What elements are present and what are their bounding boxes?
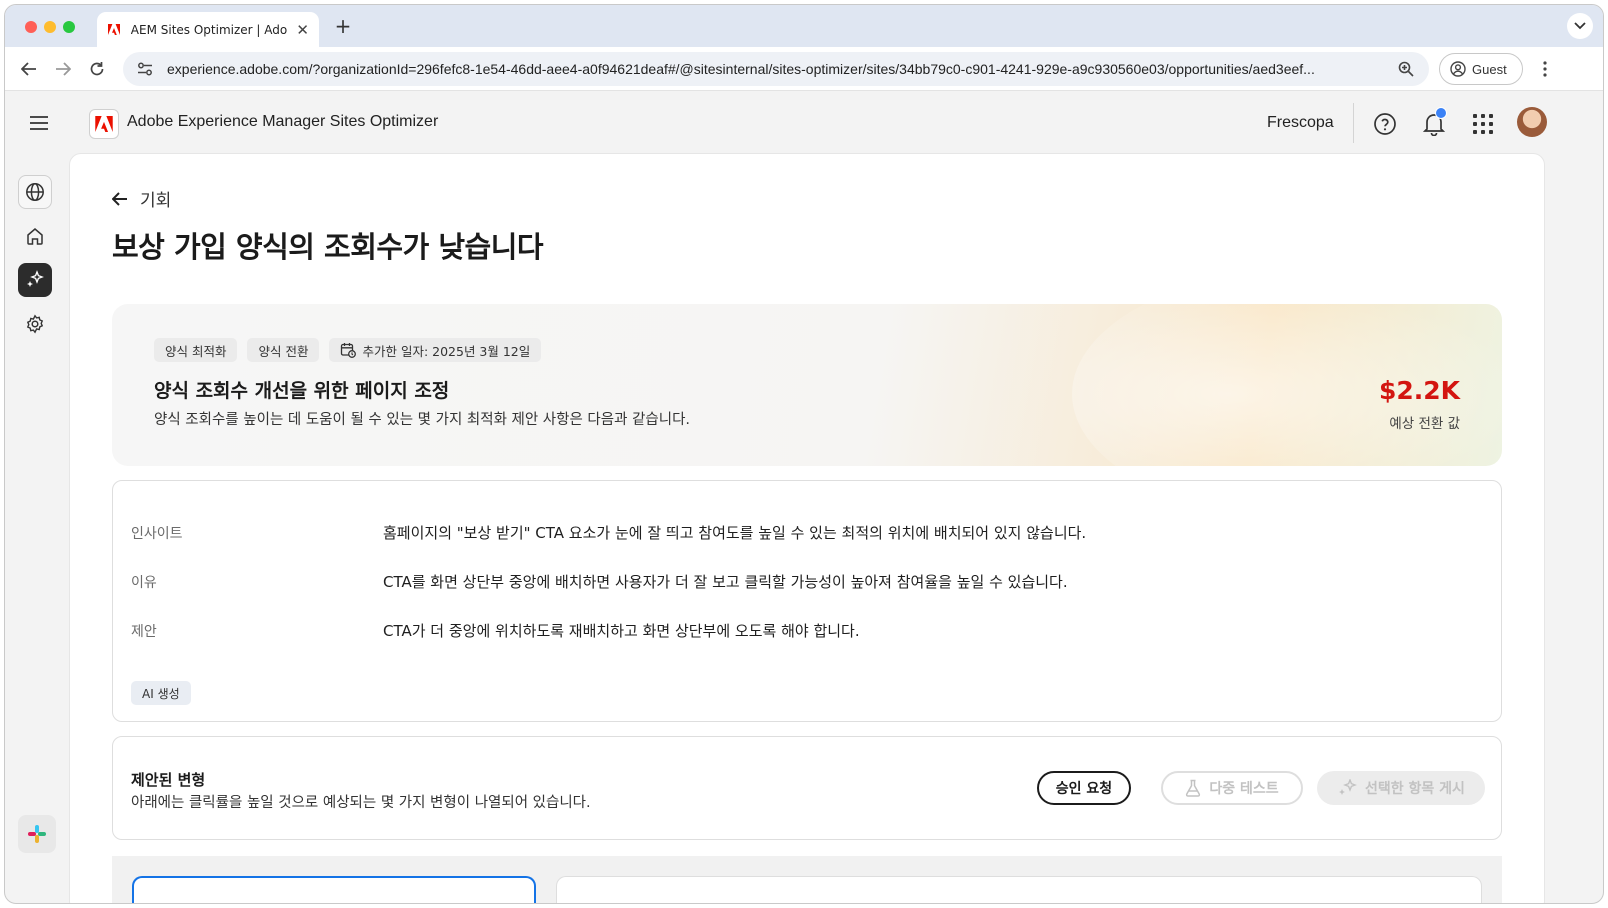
variation-preview-area bbox=[112, 856, 1502, 903]
more-vertical-icon bbox=[1543, 61, 1547, 77]
multi-test-button[interactable]: 다중 테스트 bbox=[1161, 771, 1303, 805]
request-approval-label: 승인 요청 bbox=[1055, 781, 1113, 797]
opportunity-title: 양식 조회수 개선을 위한 페이지 조정 bbox=[154, 380, 450, 402]
calendar-clock-icon bbox=[341, 343, 357, 358]
multi-test-label: 다중 테스트 bbox=[1209, 781, 1279, 797]
reason-text: CTA를 화면 상단부 중앙에 배치하면 사용자가 더 잘 보고 클릭할 가능성… bbox=[383, 573, 1068, 591]
app-header: Adobe Experience Manager Sites Optimizer… bbox=[5, 91, 1603, 155]
back-nav-button[interactable] bbox=[17, 57, 41, 81]
browser-toolbar: experience.adobe.com/?organizationId=296… bbox=[5, 47, 1603, 91]
arrow-right-icon bbox=[56, 62, 71, 76]
tab-close-icon[interactable]: ✕ bbox=[296, 21, 309, 39]
adobe-logo[interactable] bbox=[89, 109, 119, 139]
app-switcher-grid-icon[interactable] bbox=[1470, 111, 1496, 137]
tag-list: 양식 최적화 양식 전환 추가한 일자: 2025년 3월 12일 bbox=[154, 338, 551, 362]
org-switcher[interactable]: Frescopa bbox=[1267, 114, 1334, 132]
back-label: 기회 bbox=[140, 191, 172, 211]
close-window-button[interactable] bbox=[25, 21, 37, 33]
date-added-text: 추가한 일자: 2025년 3월 12일 bbox=[362, 343, 531, 359]
opportunity-description: 양식 조회수를 높이는 데 도움이 될 수 있는 몇 가지 최적화 제안 사항은… bbox=[154, 412, 691, 428]
app-title: Adobe Experience Manager Sites Optimizer bbox=[127, 113, 439, 130]
gear-icon bbox=[26, 314, 44, 334]
tab-title: AEM Sites Optimizer | Adobe bbox=[130, 22, 289, 37]
home-icon bbox=[27, 228, 43, 245]
notification-badge bbox=[1435, 107, 1447, 119]
back-link[interactable]: 기회 bbox=[112, 186, 171, 211]
rail-home-button[interactable] bbox=[18, 219, 52, 253]
help-icon[interactable] bbox=[1372, 111, 1398, 137]
beaker-icon bbox=[1186, 779, 1201, 797]
page-title: 보상 가입 양식의 조회수가 낮습니다 bbox=[112, 230, 544, 264]
projected-value: $2.2K bbox=[1378, 376, 1460, 405]
tag-chip: 양식 전환 bbox=[247, 338, 320, 362]
tab-strip: AEM Sites Optimizer | Adobe ✕ + bbox=[5, 5, 1603, 47]
publish-selected-label: 선택한 항목 게시 bbox=[1365, 781, 1465, 797]
site-settings-icon[interactable] bbox=[135, 59, 155, 79]
browser-window: AEM Sites Optimizer | Adobe ✕ + experien… bbox=[4, 4, 1604, 904]
slack-button[interactable] bbox=[18, 815, 56, 853]
zoom-icon[interactable] bbox=[1395, 58, 1417, 80]
address-bar[interactable]: experience.adobe.com/?organizationId=296… bbox=[123, 52, 1429, 86]
zoom-window-button[interactable] bbox=[63, 21, 75, 33]
main-content: 기회 보상 가입 양식의 조회수가 낮습니다 양식 최적화 양식 전환 추가한 … bbox=[69, 153, 1545, 903]
arrow-left-icon bbox=[112, 191, 127, 206]
request-approval-button[interactable]: 승인 요청 bbox=[1037, 771, 1131, 805]
opportunity-summary-card: 양식 최적화 양식 전환 추가한 일자: 2025년 3월 12일 양식 조회수… bbox=[112, 304, 1502, 466]
insight-text: 홈페이지의 "보상 받기" CTA 요소가 눈에 잘 띄고 참여도를 높일 수 … bbox=[383, 524, 1087, 542]
globe-icon bbox=[26, 183, 44, 201]
rail-settings-button[interactable] bbox=[18, 307, 52, 341]
header-divider bbox=[1353, 103, 1354, 143]
tag-chip: 양식 최적화 bbox=[154, 338, 238, 362]
suggestion-text: CTA가 더 중앙에 위치하도록 재배치하고 화면 상단부에 오도록 해야 합니… bbox=[383, 622, 860, 640]
variation-card-selected[interactable] bbox=[132, 876, 536, 903]
arrow-left-icon bbox=[21, 62, 36, 76]
date-added-chip: 추가한 일자: 2025년 3월 12일 bbox=[329, 338, 542, 362]
user-avatar[interactable] bbox=[1517, 107, 1547, 137]
reload-button[interactable] bbox=[85, 57, 109, 81]
suggested-variations-panel: 제안된 변형 아래에는 클릭률을 높일 것으로 예상되는 몇 가지 변형이 나열… bbox=[112, 736, 1502, 840]
hamburger-menu-icon[interactable] bbox=[27, 111, 51, 135]
new-tab-button[interactable]: + bbox=[331, 15, 355, 39]
sparkle-publish-icon bbox=[1339, 779, 1357, 795]
profile-label: Guest bbox=[1472, 61, 1507, 77]
forward-nav-button[interactable] bbox=[51, 57, 75, 81]
minimize-window-button[interactable] bbox=[44, 21, 56, 33]
tab-search-button[interactable] bbox=[1567, 13, 1593, 39]
reload-icon bbox=[90, 62, 104, 76]
ai-generated-badge: AI 생성 bbox=[131, 681, 191, 705]
rail-opportunities-button[interactable] bbox=[18, 263, 52, 297]
url-text: experience.adobe.com/?organizationId=296… bbox=[167, 61, 1315, 77]
sparkle-icon bbox=[27, 270, 44, 287]
insight-label: 인사이트 bbox=[131, 526, 183, 542]
reason-label: 이유 bbox=[131, 575, 157, 591]
adobe-favicon-icon bbox=[107, 23, 121, 37]
suggestion-label: 제안 bbox=[131, 624, 157, 640]
variations-description: 아래에는 클릭률을 높일 것으로 예상되는 몇 가지 변형이 나열되어 있습니다… bbox=[131, 795, 591, 811]
browser-tab[interactable]: AEM Sites Optimizer | Adobe ✕ bbox=[97, 12, 319, 47]
variations-title: 제안된 변형 bbox=[131, 771, 206, 789]
profile-button[interactable]: Guest bbox=[1439, 53, 1523, 85]
publish-selected-button[interactable]: 선택한 항목 게시 bbox=[1317, 771, 1485, 805]
insight-panel: 인사이트 홈페이지의 "보상 받기" CTA 요소가 눈에 잘 띄고 참여도를 … bbox=[112, 480, 1502, 722]
user-circle-icon bbox=[1450, 61, 1466, 77]
chevron-down-icon bbox=[1574, 22, 1586, 30]
left-nav-rail bbox=[5, 155, 67, 903]
rail-sites-button[interactable] bbox=[18, 175, 52, 209]
slack-icon bbox=[28, 825, 46, 843]
adobe-logo-icon bbox=[95, 116, 113, 132]
projected-value-label: 예상 전환 값 bbox=[1389, 416, 1460, 432]
browser-menu-button[interactable] bbox=[1535, 59, 1555, 79]
variation-card[interactable] bbox=[556, 876, 1482, 903]
